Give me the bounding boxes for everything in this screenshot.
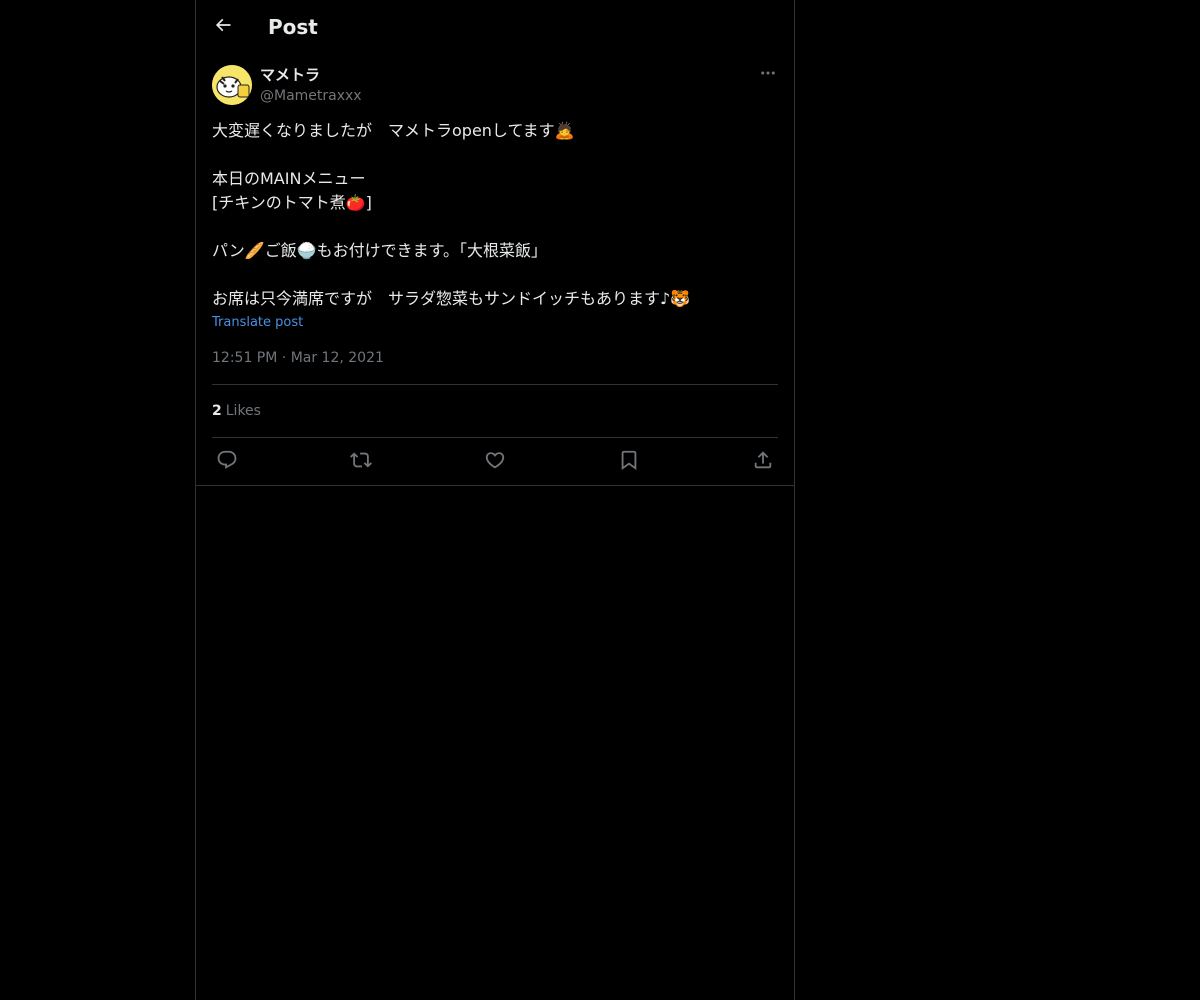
author-row: マメトラ @Mametraxxx	[212, 65, 778, 109]
translate-post-link[interactable]: Translate post	[212, 314, 303, 332]
repost-button[interactable]	[350, 451, 372, 473]
post-detail: マメトラ @Mametraxxx 大変遅くなりましたが マメトラopenしてます…	[196, 53, 794, 485]
more-options-button[interactable]	[758, 65, 778, 85]
timestamp-separator: ·	[281, 350, 287, 366]
repost-icon	[350, 449, 372, 475]
likes-count: 2	[212, 403, 222, 419]
action-bar	[212, 438, 778, 485]
post-line	[212, 215, 778, 239]
arrow-left-icon	[213, 15, 233, 39]
display-name[interactable]: マメトラ	[260, 65, 362, 85]
author-names: マメトラ @Mametraxxx	[260, 65, 362, 107]
user-handle[interactable]: @Mametraxxx	[260, 85, 362, 107]
page-header: Post	[196, 0, 794, 53]
post-bottom-divider	[196, 485, 794, 486]
post-timestamp: 12:51 PM · Mar 12, 2021	[212, 348, 778, 385]
bookmark-button[interactable]	[618, 449, 640, 475]
post-time[interactable]: 12:51 PM	[212, 350, 277, 366]
post-line	[212, 263, 778, 287]
avatar[interactable]	[212, 65, 252, 105]
like-button[interactable]	[484, 451, 506, 473]
post-line	[212, 143, 778, 167]
reply-button[interactable]	[216, 449, 238, 475]
post-stats: 2 Likes	[212, 385, 778, 438]
post-column: Post マメトラ @Mametraxxx 大変遅くなりましたが マメトラope…	[195, 0, 795, 1000]
bookmark-icon	[618, 449, 640, 475]
post-line: お席は只今満席ですが サラダ惣菜もサンドイッチもあります♪🐯	[212, 289, 691, 308]
post-line: パン🥖ご飯🍚もお付けできます。「大根菜飯」	[212, 241, 548, 260]
post-date[interactable]: Mar 12, 2021	[291, 350, 384, 366]
back-button[interactable]	[206, 10, 240, 44]
share-button[interactable]	[752, 449, 774, 475]
share-icon	[752, 449, 774, 475]
likes-label: Likes	[225, 403, 261, 419]
post-line: 本日のMAINメニュー	[212, 169, 366, 188]
heart-icon	[484, 449, 506, 475]
post-text: 大変遅くなりましたが マメトラopenしてます🙇 本日のMAINメニュー [チキ…	[212, 119, 778, 311]
reply-icon	[216, 449, 238, 475]
more-horizontal-icon	[759, 64, 777, 86]
page-title: Post	[268, 14, 318, 39]
post-line: [チキンのトマト煮🍅]	[212, 193, 372, 212]
likes-link[interactable]: 2 Likes	[212, 403, 261, 419]
post-line: 大変遅くなりましたが マメトラopenしてます🙇	[212, 121, 575, 140]
